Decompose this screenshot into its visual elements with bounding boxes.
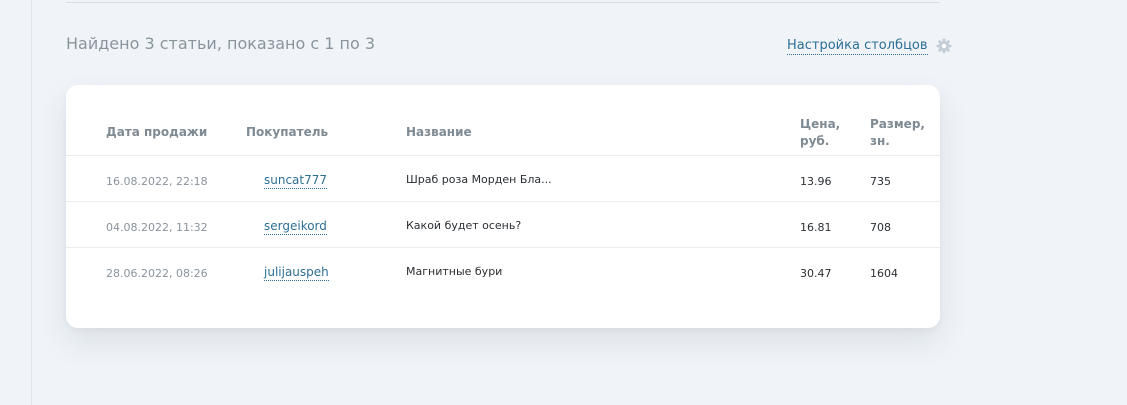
- results-summary: Найдено 3 статьи, показано с 1 по 3: [66, 34, 376, 53]
- header-title[interactable]: Название: [406, 124, 472, 141]
- row-divider: [66, 247, 940, 248]
- header-date[interactable]: Дата продажи: [106, 124, 207, 141]
- row-size: 708: [870, 221, 891, 234]
- header-size-line2: зн.: [870, 134, 890, 148]
- gear-icon[interactable]: [936, 38, 952, 54]
- top-divider: [66, 2, 940, 3]
- row-price: 30.47: [800, 267, 832, 280]
- row-buyer-link[interactable]: suncat777: [264, 173, 328, 189]
- sales-table-card: Дата продажи Покупатель Название Цена, р…: [66, 85, 940, 328]
- row-divider: [66, 201, 940, 202]
- row-date: 28.06.2022, 08:26: [106, 267, 208, 280]
- row-size: 1604: [870, 267, 898, 280]
- row-title[interactable]: Магнитные бури: [406, 265, 502, 278]
- row-date: 16.08.2022, 22:18: [106, 175, 208, 188]
- header-size-line1: Размер,: [870, 117, 925, 131]
- row-size: 735: [870, 175, 891, 188]
- header-buyer[interactable]: Покупатель: [246, 124, 328, 141]
- row-title[interactable]: Какой будет осень?: [406, 219, 521, 232]
- header-price[interactable]: Цена, руб.: [800, 116, 840, 150]
- header-price-line2: руб.: [800, 134, 830, 148]
- row-price: 13.96: [800, 175, 832, 188]
- page: Найдено 3 статьи, показано с 1 по 3 Наст…: [0, 0, 1127, 405]
- row-buyer-link[interactable]: sergeikord: [264, 219, 327, 235]
- row-title[interactable]: Шраб роза Морден Бла...: [406, 173, 552, 186]
- row-date: 04.08.2022, 11:32: [106, 221, 208, 234]
- header-divider: [66, 155, 940, 156]
- column-settings-link[interactable]: Настройка столбцов: [787, 37, 928, 55]
- left-divider: [31, 0, 32, 405]
- header-price-line1: Цена,: [800, 117, 841, 131]
- header-size[interactable]: Размер, зн.: [870, 116, 925, 150]
- row-buyer-link[interactable]: julijauspeh: [264, 265, 329, 281]
- column-settings[interactable]: Настройка столбцов: [787, 37, 952, 55]
- row-price: 16.81: [800, 221, 832, 234]
